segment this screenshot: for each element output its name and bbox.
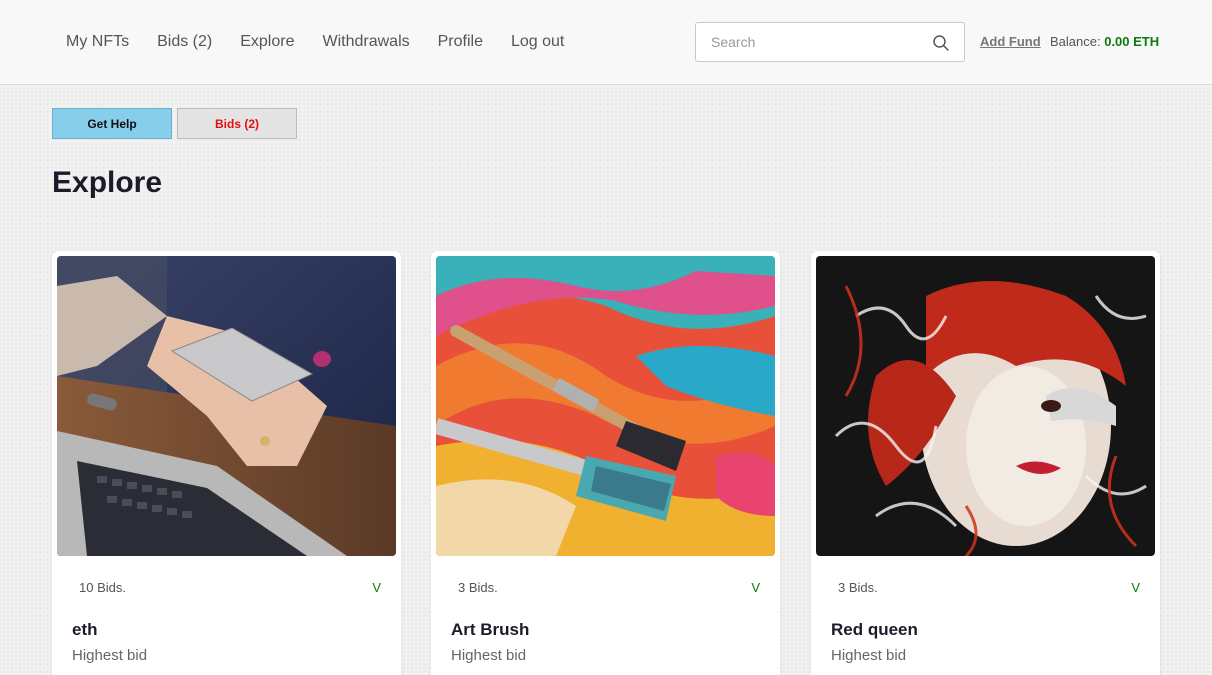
add-fund-link[interactable]: Add Fund [980, 34, 1041, 49]
bids-count: 3 Bids. [838, 580, 878, 595]
verified-badge: V [751, 580, 760, 595]
nft-name[interactable]: eth [72, 620, 98, 640]
balance-value: 0.00 ETH [1104, 34, 1160, 49]
nav-link-bids[interactable]: Bids (2) [157, 31, 212, 53]
nft-image-abstract-portrait[interactable] [816, 256, 1155, 556]
bids-count: 3 Bids. [458, 580, 498, 595]
nft-image-phone-laptop[interactable] [57, 256, 396, 556]
search-input[interactable] [696, 23, 924, 61]
balance-display: Balance: 0.00 ETH [1050, 34, 1159, 49]
bids-count: 10 Bids. [79, 580, 126, 595]
nav-link-explore[interactable]: Explore [240, 31, 294, 53]
nft-card[interactable]: 3 Bids. V Red queen Highest bid [811, 251, 1160, 675]
nft-card[interactable]: 3 Bids. V Art Brush Highest bid [431, 251, 780, 675]
nav-link-profile[interactable]: Profile [438, 31, 483, 53]
highest-bid-label: Highest bid [72, 647, 148, 664]
nav-link-my-nfts[interactable]: My NFTs [66, 31, 129, 53]
verified-badge: V [372, 580, 381, 595]
top-navbar: My NFTs Bids (2) Explore Withdrawals Pro… [0, 0, 1212, 85]
nft-image-paint-brushes[interactable] [436, 256, 775, 556]
nft-name[interactable]: Art Brush [451, 620, 529, 640]
balance-label: Balance: [1050, 34, 1101, 49]
verified-badge: V [1131, 580, 1140, 595]
bids-button[interactable]: Bids (2) [177, 108, 297, 139]
nav-link-withdrawals[interactable]: Withdrawals [322, 31, 409, 53]
highest-bid-label: Highest bid [831, 647, 907, 664]
get-help-button[interactable]: Get Help [52, 108, 172, 139]
nav-links: My NFTs Bids (2) Explore Withdrawals Pro… [66, 31, 592, 53]
nft-card[interactable]: 10 Bids. V eth Highest bid [52, 251, 401, 675]
search-icon[interactable] [932, 34, 950, 52]
page-title: Explore [52, 166, 163, 199]
search-box [695, 22, 965, 62]
highest-bid-label: Highest bid [451, 647, 527, 664]
nft-name[interactable]: Red queen [831, 620, 918, 640]
nav-link-log-out[interactable]: Log out [511, 31, 564, 53]
